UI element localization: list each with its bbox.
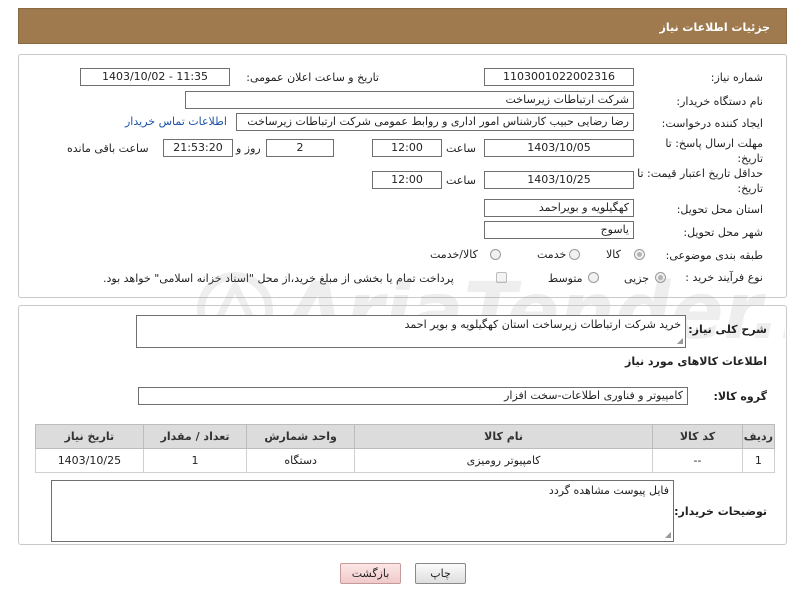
purchase-type-label: نوع فرآیند خرید : (685, 271, 763, 284)
deadline-time-label: ساعت (446, 142, 476, 155)
col-need-date: تاریخ نیاز (35, 424, 144, 449)
resize-grip-icon[interactable]: ◢ (663, 531, 671, 539)
goods-group-label: گروه کالا: (713, 390, 767, 403)
need-number-field: 1103001022002316 (484, 68, 634, 86)
days-count-field: 2 (266, 139, 334, 157)
buyer-notes-textarea[interactable]: فایل پیوست مشاهده گردد ◢ (51, 480, 674, 542)
category-radio-service[interactable] (569, 249, 580, 260)
city-label: شهر محل تحویل: (683, 226, 763, 239)
buyer-org-field: شرکت ارتباطات زیرساخت (185, 91, 634, 109)
category-option-both: کالا/خدمت (430, 248, 478, 261)
col-item-name: نام کالا (353, 424, 654, 449)
page-title: جزئیات اطلاعات نیاز (659, 21, 771, 34)
purchase-option-medium: متوسط (548, 272, 583, 285)
cell-need-date: 1403/10/25 (35, 448, 144, 473)
buyer-notes-text: فایل پیوست مشاهده گردد (548, 484, 669, 497)
creator-field: رضا رضایی حبیب کارشناس امور اداری و رواب… (236, 113, 634, 131)
remaining-time-field: 21:53:20 (163, 139, 233, 157)
announce-label: تاریخ و ساعت اعلان عمومی: (246, 71, 379, 84)
cell-item-code: -- (652, 448, 743, 473)
deadline-time-field: 12:00 (372, 139, 442, 157)
cell-row-index: 1 (741, 448, 776, 473)
remaining-label: ساعت باقی مانده (67, 142, 149, 155)
buyer-contact-link[interactable]: اطلاعات تماس خریدار (125, 115, 227, 128)
price-validity-date-field: 1403/10/25 (484, 171, 634, 189)
goods-table: ردیف کد کالا نام کالا واحد شمارش تعداد /… (35, 424, 776, 473)
price-validity-label-date: تاریخ: (737, 182, 763, 195)
col-unit: واحد شمارش (246, 424, 355, 449)
treasury-payment-note: پرداخت تمام یا بخشی از مبلغ خرید،از محل … (103, 272, 454, 285)
description-label: شرح کلی نیاز: (688, 323, 767, 336)
days-label: روز و (236, 142, 261, 155)
category-option-goods: کالا (606, 248, 621, 261)
creator-label: ایجاد کننده درخواست: (661, 117, 763, 130)
page-header: جزئیات اطلاعات نیاز (18, 8, 787, 44)
cell-item-name: کامپیوتر رومیزی (353, 448, 654, 473)
resize-grip-icon[interactable]: ◢ (675, 337, 683, 345)
col-row-index: ردیف (741, 424, 776, 449)
table-row: 1 -- کامپیوتر رومیزی دستگاه 1 1403/10/25 (35, 448, 776, 473)
price-validity-label: حداقل تاریخ اعتبار قیمت: تا (637, 167, 763, 180)
need-number-label: شماره نیاز: (710, 71, 763, 84)
cell-quantity: 1 (142, 448, 248, 473)
deadline-label-date: تاریخ: (737, 152, 763, 165)
deadline-label: مهلت ارسال پاسخ: تا (665, 137, 763, 150)
treasury-payment-checkbox[interactable] (496, 272, 507, 283)
category-radio-both[interactable] (490, 249, 501, 260)
category-option-service: خدمت (537, 248, 567, 261)
price-validity-time-field: 12:00 (372, 171, 442, 189)
buyer-org-label: نام دستگاه خریدار: (676, 95, 763, 108)
print-button[interactable]: چاپ (415, 563, 466, 584)
province-field: کهگیلویه و بویراحمد (484, 199, 634, 217)
price-validity-time-label: ساعت (446, 174, 476, 187)
purchase-radio-medium[interactable] (588, 272, 599, 283)
purchase-option-minor: جزیی (624, 272, 650, 285)
cell-unit: دستگاه (246, 448, 355, 473)
description-textarea[interactable]: خرید شرکت ارتباطات زیرساخت استان کهگیلوی… (136, 315, 686, 348)
col-quantity: تعداد / مقدار (142, 424, 248, 449)
category-label: طبقه بندی موضوعی: (665, 249, 763, 262)
announce-field: 1403/10/02 - 11:35 (80, 68, 230, 86)
purchase-radio-minor[interactable] (655, 272, 666, 283)
goods-table-header: ردیف کد کالا نام کالا واحد شمارش تعداد /… (35, 424, 776, 449)
back-button[interactable]: بازگشت (340, 563, 401, 584)
buyer-notes-label: توضیحات خریدار: (674, 505, 767, 518)
description-text: خرید شرکت ارتباطات زیرساخت استان کهگیلوی… (404, 318, 681, 331)
category-radio-goods[interactable] (634, 249, 645, 260)
goods-group-field: کامپیوتر و فناوری اطلاعات-سخت افزار (138, 387, 688, 405)
province-label: استان محل تحویل: (676, 203, 763, 216)
deadline-date-field: 1403/10/05 (484, 139, 634, 157)
goods-info-title: اطلاعات کالاهای مورد نیاز (625, 355, 767, 368)
col-item-code: کد کالا (652, 424, 743, 449)
city-field: یاسوج (484, 221, 634, 239)
